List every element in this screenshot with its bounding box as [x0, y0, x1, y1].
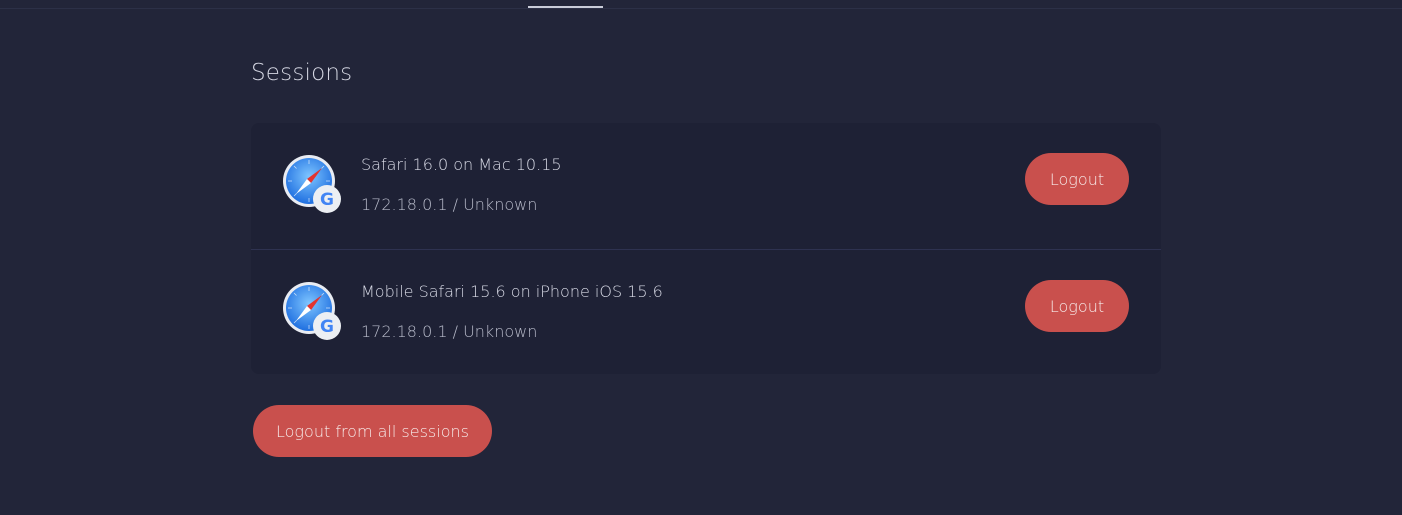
- safari-icon: G: [282, 154, 344, 216]
- session-device-name: Mobile Safari 15.6 on iPhone iOS 15.6: [361, 282, 663, 301]
- top-navigation-bar: [0, 0, 1402, 9]
- session-device-name: Safari 16.0 on Mac 10.15: [361, 155, 562, 174]
- session-row: G Safari 16.0 on Mac 10.15 172.18.0.1 / …: [251, 123, 1161, 249]
- svg-text:G: G: [320, 317, 334, 337]
- logout-all-sessions-button[interactable]: Logout from all sessions: [253, 405, 492, 457]
- session-row: G Mobile Safari 15.6 on iPhone iOS 15.6 …: [251, 249, 1161, 374]
- active-tab-indicator: [528, 6, 603, 8]
- safari-icon: G: [282, 281, 344, 343]
- safari-google-icon: G: [283, 155, 341, 213]
- page-title: Sessions: [251, 60, 353, 86]
- safari-google-icon: G: [283, 282, 341, 340]
- logout-button[interactable]: Logout: [1025, 280, 1129, 332]
- session-ip-location: 172.18.0.1 / Unknown: [361, 322, 538, 341]
- sessions-list: G Safari 16.0 on Mac 10.15 172.18.0.1 / …: [251, 123, 1161, 374]
- session-ip-location: 172.18.0.1 / Unknown: [361, 195, 538, 214]
- logout-button[interactable]: Logout: [1025, 153, 1129, 205]
- svg-text:G: G: [320, 190, 334, 210]
